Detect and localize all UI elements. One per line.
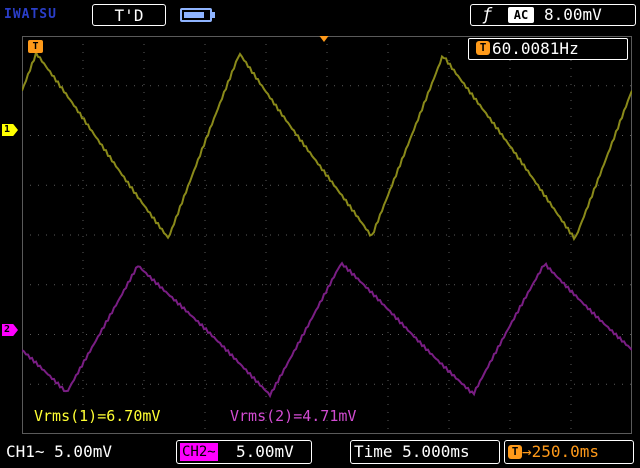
ch2-tag: CH2∼ [180,443,218,461]
ch1-measurement: Vrms(1)=6.70mV [34,407,161,425]
trigger-delay: →250.0ms [522,442,600,461]
battery-icon [180,8,215,22]
rising-edge-icon: ƒ [482,5,493,25]
timebase: Time 5.000ms [354,442,470,461]
trigger-marker: T [28,40,43,53]
ch1-scale[interactable]: CH1∼ 5.00mV [6,440,112,464]
trigger-icon: T [508,445,522,459]
trigger-coupling-badge: AC [508,7,534,23]
trigger-level: 8.00mV [544,5,602,24]
frequency-value: 60.0081Hz [492,39,579,58]
graticule [22,36,632,434]
ch2-waveform [22,261,632,399]
acquisition-state[interactable]: T'D [92,4,166,26]
waveform-display[interactable] [22,36,632,434]
ch1-ground-marker[interactable]: 1 [2,124,18,136]
ch1-waveform [22,49,632,242]
ch2-scale: 5.00mV [236,442,294,461]
trigger-icon: T [476,41,490,55]
ch2-ground-marker[interactable]: 2 [2,324,18,336]
brand-logo: IWATSU [4,7,57,22]
ch2-measurement: Vrms(2)=4.71mV [230,407,357,425]
